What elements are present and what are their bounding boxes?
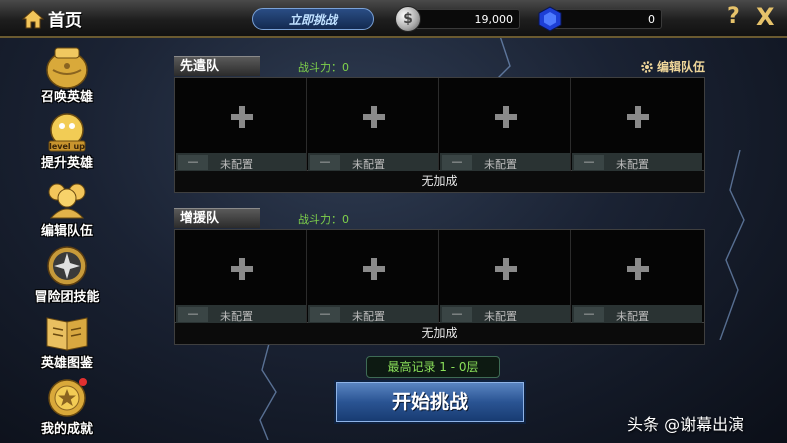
plus-icon	[231, 106, 253, 128]
gem-amount: 0	[648, 13, 655, 26]
reinforce-slot[interactable]: — 未配置	[307, 230, 439, 324]
close-button[interactable]: X	[756, 3, 775, 31]
sidebar-item-adventure-skills[interactable]: 冒险团技能	[16, 244, 118, 308]
slot-bar: — 未配置	[572, 305, 702, 324]
reinforce-title: 增援队	[174, 208, 260, 228]
gem-currency-box: 0	[546, 9, 662, 29]
remove-button[interactable]: —	[310, 155, 340, 170]
best-record: 最高记录 1 - 0层	[366, 356, 500, 378]
remove-button[interactable]: —	[574, 155, 604, 170]
remove-button[interactable]: —	[178, 307, 208, 322]
sidebar-item-label: 召唤英雄	[40, 90, 93, 105]
plus-icon	[627, 258, 649, 280]
top-bar: 首页 立即挑战 19,000 $ 0 ? X	[0, 0, 787, 38]
slot-bar: — 未配置	[176, 153, 306, 172]
summon-urn-icon	[46, 47, 88, 89]
sidebar-item-upgrade-hero[interactable]: level up 提升英雄	[16, 110, 118, 174]
sidebar-item-edit-team[interactable]: 编辑队伍	[16, 178, 118, 242]
blue-gem-icon	[538, 6, 562, 32]
vanguard-slot[interactable]: — 未配置	[175, 78, 307, 172]
silver-coin-icon: $	[395, 6, 421, 32]
sidebar-item-label: 提升英雄	[40, 156, 93, 171]
vanguard-slot-grid: — 未配置 — 未配置 — 未配置 — 未配置	[174, 77, 705, 172]
remove-button[interactable]: —	[178, 155, 208, 170]
home-icon	[22, 8, 44, 28]
vanguard-power: 战斗力：0	[298, 61, 349, 74]
start-challenge-button[interactable]: 开始挑战	[334, 380, 526, 424]
sidebar-item-label: 编辑队伍	[40, 224, 93, 239]
reinforce-slot[interactable]: — 未配置	[571, 230, 703, 324]
silver-amount: 19,000	[474, 13, 514, 26]
instant-challenge-button[interactable]: 立即挑战	[252, 8, 374, 30]
slot-bar: — 未配置	[176, 305, 306, 324]
team-icon	[48, 183, 86, 219]
watermark: 头条 @谢幕出演	[627, 415, 745, 434]
plus-icon	[495, 106, 517, 128]
reinforce-power: 战斗力：0	[298, 213, 349, 226]
notification-dot	[79, 378, 87, 386]
sidebar-item-label: 冒险团技能	[34, 290, 100, 305]
sidebar-item-hero-atlas[interactable]: 英雄图鉴	[16, 310, 118, 374]
slot-bar: — 未配置	[308, 153, 438, 172]
slot-status: 未配置	[484, 310, 517, 323]
plus-icon	[231, 258, 253, 280]
slot-status: 未配置	[484, 158, 517, 171]
lightning-bolt	[259, 340, 277, 440]
help-button[interactable]: ?	[727, 4, 740, 29]
slot-bar: — 未配置	[440, 305, 570, 324]
slot-bar: — 未配置	[572, 153, 702, 172]
vanguard-slot[interactable]: — 未配置	[307, 78, 439, 172]
slot-bar: — 未配置	[308, 305, 438, 324]
sidebar-item-achievements[interactable]: 我的成就	[16, 376, 118, 440]
vanguard-bonus: 无加成	[174, 171, 705, 193]
plus-icon	[363, 106, 385, 128]
reinforce-bonus: 无加成	[174, 323, 705, 345]
home-button[interactable]: 首页	[22, 6, 82, 31]
sidebar-item-label: 我的成就	[40, 422, 93, 437]
edit-team-button[interactable]: 编辑队伍	[640, 58, 705, 75]
slot-status: 未配置	[352, 310, 385, 323]
reinforce-slot[interactable]: — 未配置	[175, 230, 307, 324]
edit-team-label: 编辑队伍	[656, 60, 705, 74]
plus-icon	[363, 258, 385, 280]
remove-button[interactable]: —	[442, 155, 472, 170]
slot-status: 未配置	[616, 310, 649, 323]
book-icon	[46, 317, 88, 351]
shuriken-icon	[47, 246, 87, 286]
slot-bar: — 未配置	[440, 153, 570, 172]
medal-icon	[48, 378, 87, 417]
reinforce-header: 增援队 战斗力：0	[174, 208, 705, 228]
gear-icon	[641, 60, 653, 73]
vanguard-slot[interactable]: — 未配置	[571, 78, 703, 172]
plus-icon	[627, 106, 649, 128]
home-label: 首页	[48, 11, 82, 31]
vanguard-slot[interactable]: — 未配置	[439, 78, 571, 172]
plus-icon	[495, 258, 517, 280]
slot-status: 未配置	[352, 158, 385, 171]
vanguard-title: 先遣队	[174, 56, 260, 76]
sidebar: 召唤英雄 level up 提升英雄 编辑队伍 冒险团技能 英雄图鉴 我的成就	[16, 44, 118, 443]
slot-status: 未配置	[220, 310, 253, 323]
remove-button[interactable]: —	[442, 307, 472, 322]
sidebar-item-summon-hero[interactable]: 召唤英雄	[16, 44, 118, 108]
reinforce-slot[interactable]: — 未配置	[439, 230, 571, 324]
sidebar-item-label: 英雄图鉴	[40, 356, 93, 371]
vanguard-header: 先遣队 战斗力：0 编辑队伍	[174, 56, 705, 76]
slot-status: 未配置	[220, 158, 253, 171]
reinforce-slot-grid: — 未配置 — 未配置 — 未配置 — 未配置	[174, 229, 705, 324]
slot-status: 未配置	[616, 158, 649, 171]
level-up-icon-text: level up	[49, 142, 85, 151]
lightning-bolt	[719, 150, 745, 340]
remove-button[interactable]: —	[310, 307, 340, 322]
silver-currency-box: 19,000	[404, 9, 520, 29]
level-up-icon: level up	[48, 113, 86, 152]
remove-button[interactable]: —	[574, 307, 604, 322]
